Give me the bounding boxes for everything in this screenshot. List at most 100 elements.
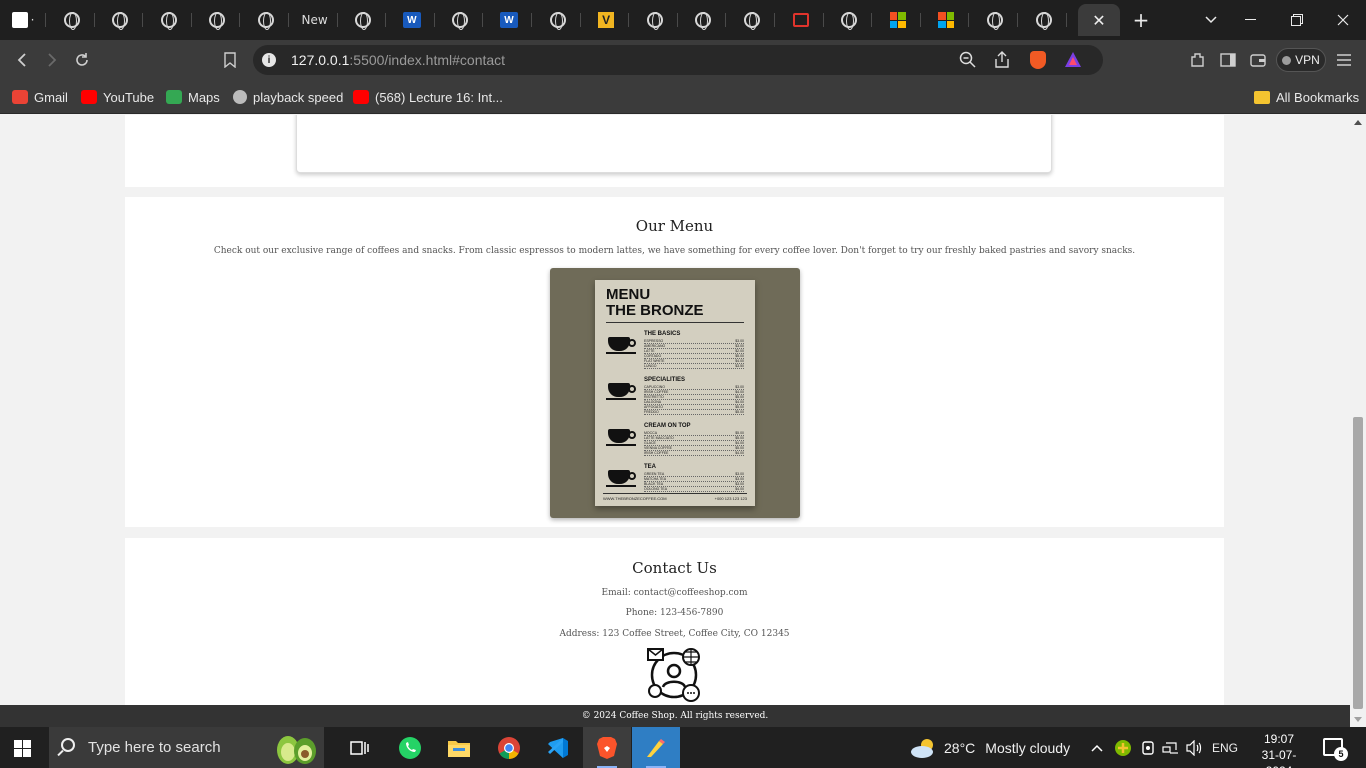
tab-separator (919, 13, 921, 27)
folder-icon (1254, 90, 1270, 104)
browser-tab[interactable] (826, 4, 873, 36)
browser-tab[interactable]: New (292, 4, 338, 36)
system-clock[interactable]: 19:07 31-07-2024 (1252, 731, 1306, 768)
gmail-icon (12, 90, 28, 104)
file-explorer-icon[interactable] (435, 727, 483, 768)
scrollbar-thumb[interactable] (1353, 417, 1363, 709)
bookmark-item[interactable]: Gmail (12, 87, 68, 107)
all-bookmarks-button[interactable]: All Bookmarks (1254, 87, 1359, 107)
browser-tab[interactable] (972, 4, 1018, 36)
network-icon[interactable] (1162, 727, 1180, 768)
vpn-button[interactable]: VPN (1276, 48, 1326, 72)
bookmark-label: Maps (188, 89, 220, 105)
whatsapp-icon[interactable] (386, 727, 434, 768)
volume-icon[interactable] (1186, 727, 1204, 768)
browser-tab[interactable] (1021, 4, 1067, 36)
close-tab-icon[interactable]: ✕ (1092, 11, 1105, 30)
weather-widget[interactable]: 28°C Mostly cloudy (910, 727, 1070, 768)
meet-now-icon[interactable] (1140, 727, 1156, 768)
browser-tab[interactable] (49, 4, 95, 36)
brave-taskbar-icon[interactable] (583, 727, 631, 768)
brave-rewards-icon[interactable] (1064, 51, 1082, 72)
bookmark-item[interactable]: playback speed (233, 87, 343, 107)
scroll-down-arrow-icon[interactable] (1354, 717, 1362, 722)
language-indicator[interactable]: ENG (1212, 727, 1238, 768)
menu-divider (606, 322, 744, 323)
weather-cloud-icon (911, 738, 933, 758)
back-arrow-icon[interactable] (10, 48, 34, 72)
globe-icon (549, 12, 566, 30)
browser-tab[interactable] (535, 4, 581, 36)
menu-section-description: Check out our exclusive range of coffees… (213, 246, 1136, 256)
avocado-icon[interactable] (272, 731, 320, 765)
bookmark-item[interactable]: YouTube (81, 87, 154, 107)
browser-tab[interactable] (194, 4, 241, 36)
start-button[interactable] (14, 740, 31, 757)
show-hidden-icons-chevron-icon[interactable] (1091, 727, 1103, 768)
browser-tab[interactable]: V (583, 4, 630, 36)
globe-icon (258, 12, 274, 30)
paint-icon[interactable] (632, 727, 680, 768)
share-icon[interactable] (993, 51, 1011, 73)
browser-tab[interactable] (632, 4, 678, 36)
forward-arrow-icon[interactable] (40, 48, 64, 72)
browser-tab[interactable]: W (486, 4, 532, 36)
browser-tab[interactable] (778, 4, 824, 36)
tab-separator (725, 13, 727, 27)
scroll-up-arrow-icon[interactable] (1354, 120, 1362, 125)
close-window-button[interactable] (1320, 0, 1366, 40)
bookmark-item[interactable]: Maps (166, 87, 220, 107)
page-scrollbar[interactable] (1350, 115, 1366, 727)
tab-separator (385, 13, 387, 27)
tab-separator (433, 13, 435, 27)
microsoft-icon (938, 12, 955, 28)
extensions-icon[interactable] (1186, 48, 1210, 72)
contact-email: Email: contact@coffeeshop.com (601, 588, 748, 598)
browser-tab[interactable] (680, 4, 727, 36)
reload-icon[interactable] (70, 48, 94, 72)
globe-icon (160, 12, 177, 30)
wallet-icon[interactable] (1246, 48, 1270, 72)
chrome-icon[interactable] (485, 727, 533, 768)
browser-tab[interactable] (97, 4, 144, 36)
tab-separator (239, 13, 241, 27)
menu-footer: WWW.THEBRONZECOFFEE.COM +000 123 123 123 (603, 493, 747, 501)
maps-icon (166, 90, 182, 104)
browser-tab[interactable]: · (0, 4, 46, 36)
previous-section-card (296, 115, 1052, 173)
tab-separator (93, 13, 95, 27)
vpn-status-dot (1282, 55, 1292, 65)
brave-shields-icon[interactable] (1030, 51, 1046, 69)
browser-tab[interactable] (146, 4, 192, 36)
site-info-icon[interactable]: i (262, 53, 276, 67)
active-tab[interactable]: ✕ (1078, 4, 1120, 36)
url-text[interactable]: 127.0.0.1:5500/index.html#contact (291, 52, 505, 68)
vscode-icon[interactable] (534, 727, 582, 768)
zoom-out-icon[interactable] (959, 51, 977, 73)
globe-icon (744, 12, 760, 30)
browser-tab[interactable] (875, 4, 921, 36)
new-tab-button[interactable]: + (1118, 0, 1164, 40)
bookmark-label: Gmail (34, 89, 68, 105)
browser-tab[interactable] (340, 4, 387, 36)
browser-tab[interactable] (729, 4, 775, 36)
task-view-icon[interactable] (336, 727, 384, 768)
browser-tab[interactable] (243, 4, 289, 36)
bookmark-icon[interactable] (218, 48, 242, 72)
page-favicon-icon (11, 12, 28, 28)
clock-date: 31-07-2024 (1261, 748, 1297, 768)
menu-hamburger-icon[interactable] (1332, 48, 1356, 72)
restore-window-button[interactable] (1274, 0, 1320, 40)
browser-tab[interactable]: W (389, 4, 435, 36)
word-icon: W (500, 12, 518, 28)
globe-icon (63, 12, 80, 30)
sidebar-toggle-icon[interactable] (1216, 48, 1240, 72)
browser-tab[interactable] (437, 4, 484, 36)
minimize-window-button[interactable] (1228, 0, 1274, 40)
windows-taskbar: Type here to search 28°C Mostly cloudy E… (0, 727, 1366, 768)
microsoft-icon (889, 12, 906, 28)
bookmark-item[interactable]: (568) Lecture 16: Int... (353, 87, 503, 107)
browser-tab[interactable] (923, 4, 970, 36)
tray-app-icon[interactable] (1114, 727, 1132, 768)
address-bar[interactable]: i 127.0.0.1:5500/index.html#contact (253, 45, 1103, 75)
